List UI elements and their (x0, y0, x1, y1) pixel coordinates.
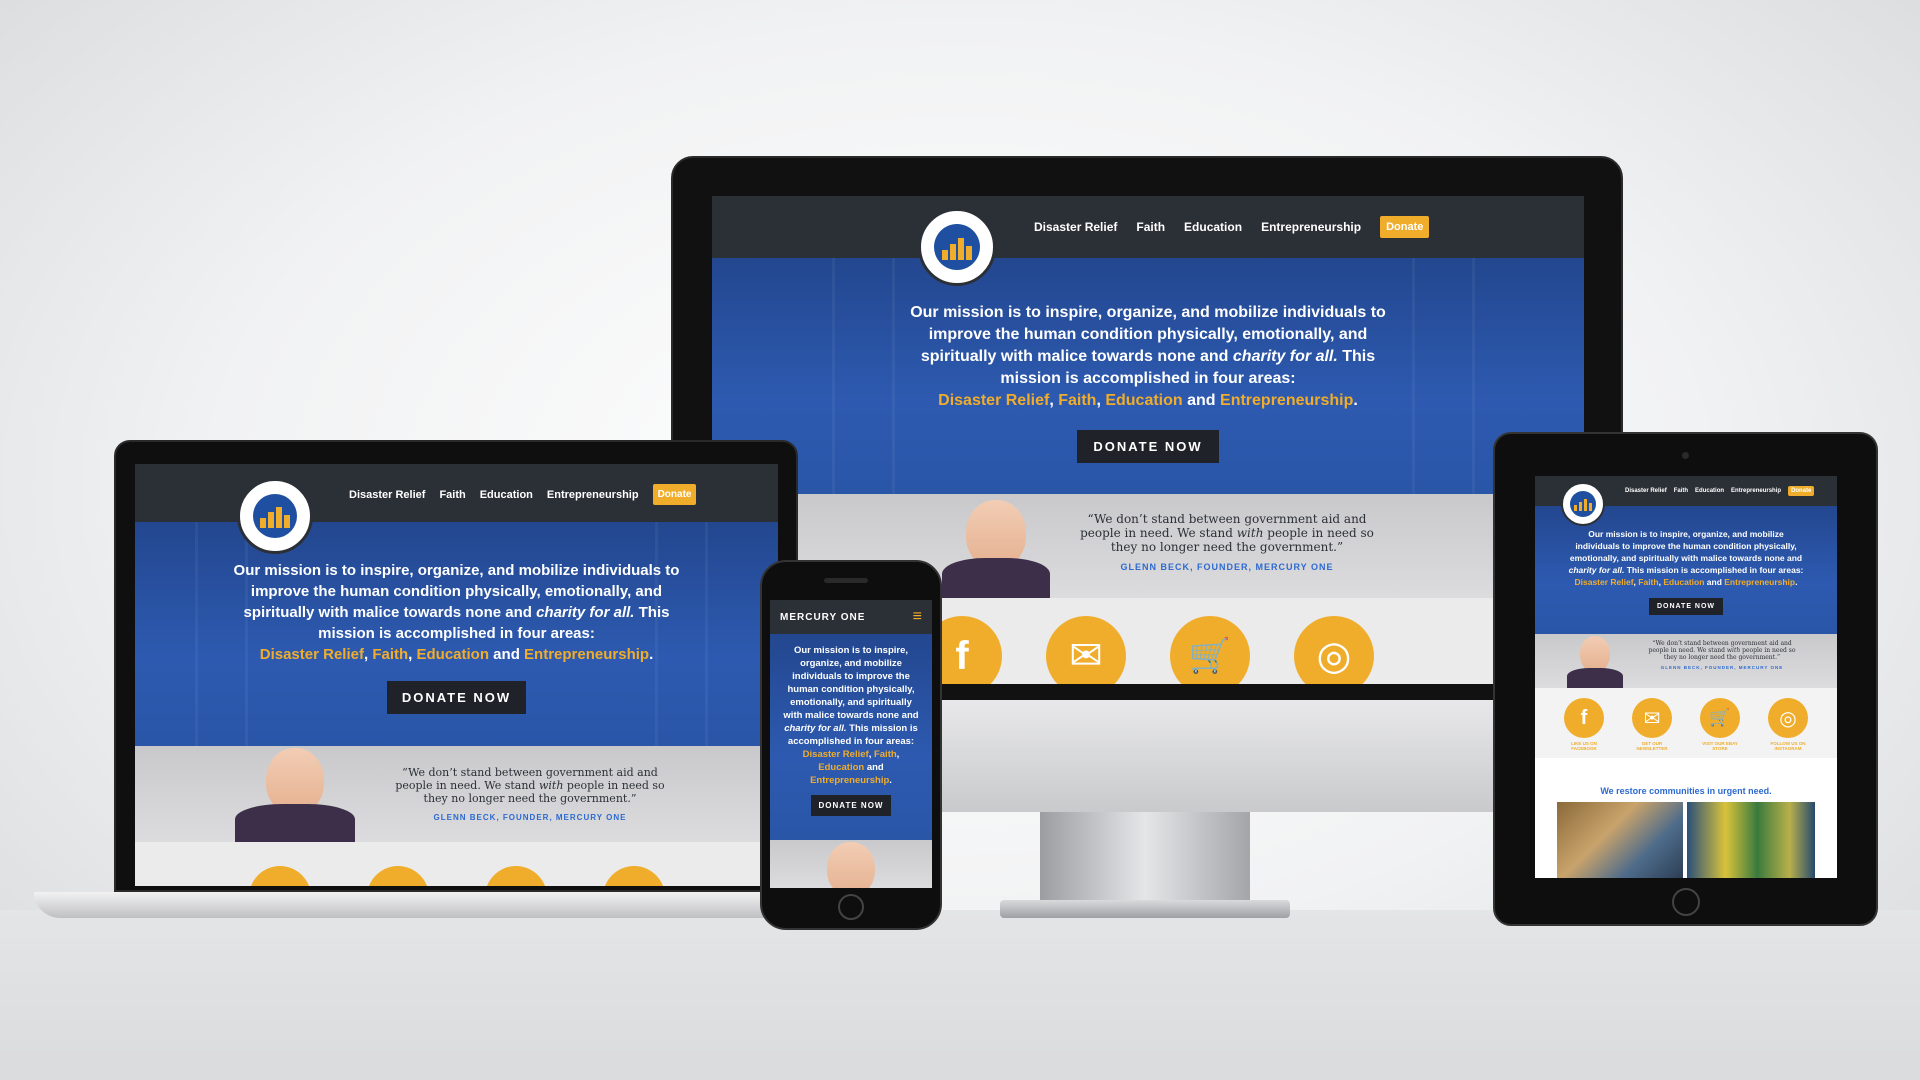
tablet-camera (1682, 452, 1689, 459)
monitor-base (1000, 900, 1290, 918)
facebook-label: LIKE US ON FACEBOOK (1571, 741, 1597, 751)
donate-now-button[interactable]: DONATE NOW (810, 795, 892, 816)
ebay-store-link[interactable]: 🛒 VISIT OUR EBAY STORE (1697, 698, 1743, 758)
hamburger-menu-icon[interactable]: ≡ (913, 608, 922, 626)
tablet-home-button[interactable] (1672, 888, 1700, 916)
hero-section: Our mission is to inspire, organize, and… (135, 522, 778, 746)
hero-section: Our mission is to inspire, organize, and… (712, 258, 1584, 494)
quote-attribution: GLENN BECK, FOUNDER, MERCURY ONE (1660, 665, 1784, 670)
email-icon[interactable] (366, 866, 429, 886)
phone-home-button[interactable] (838, 894, 864, 920)
donate-now-button[interactable]: DONATE NOW (1648, 598, 1724, 615)
nav-disaster-relief[interactable]: Disaster Relief (1625, 488, 1667, 494)
social-icons-row: f LIKE US ON FACEBOOK ✉ GET OUR NEWSLETT… (1535, 688, 1837, 758)
mission-statement: Our mission is to inspire, organize, and… (1568, 529, 1804, 587)
brand-logo[interactable] (1561, 482, 1605, 526)
navbar: MERCURY ONE ≡ (770, 600, 932, 634)
founder-photo (235, 746, 355, 842)
brand-logo[interactable] (918, 208, 996, 286)
donate-now-button[interactable]: DONATE NOW (386, 681, 527, 714)
email-icon: ✉ (1632, 698, 1672, 738)
social-icons-row (135, 842, 778, 886)
nav-disaster-relief[interactable]: Disaster Relief (349, 489, 425, 501)
nav-faith[interactable]: Faith (1136, 220, 1165, 234)
laptop-screen: Disaster Relief Faith Education Entrepre… (135, 464, 778, 886)
mission-statement: Our mission is to inspire, organize, and… (233, 562, 680, 663)
instagram-icon: ◎ (1768, 698, 1808, 738)
instagram-icon[interactable] (602, 866, 665, 886)
phone-camera (824, 578, 868, 583)
brand-wordmark[interactable]: MERCURY ONE (780, 612, 865, 623)
mission-statement: Our mission is to inspire, organize, and… (910, 304, 1386, 409)
floor-backdrop (0, 910, 1920, 1080)
nav-disaster-relief[interactable]: Disaster Relief (1034, 220, 1117, 234)
donate-now-button[interactable]: DONATE NOW (1077, 430, 1219, 463)
facebook-link[interactable]: f LIKE US ON FACEBOOK (1561, 698, 1607, 758)
quote-attribution: GLENN BECK, FOUNDER, MERCURY ONE (1120, 562, 1334, 572)
monitor-stand (1040, 812, 1250, 900)
instagram-link[interactable]: ◎ FOLLOW US ON INSTAGRAM (1765, 698, 1811, 758)
facebook-icon: f (1564, 698, 1604, 738)
quote-attribution: GLENN BECK, FOUNDER, MERCURY ONE (433, 813, 627, 822)
founder-quote: “We don’t stand between government aid a… (1648, 640, 1796, 670)
community-photo-right (1687, 802, 1815, 878)
instagram-icon[interactable]: ◎ (1294, 616, 1374, 684)
newsletter-label: GET OUR NEWSLETTER (1636, 741, 1668, 751)
newsletter-link[interactable]: ✉ GET OUR NEWSLETTER (1629, 698, 1675, 758)
navbar: Disaster Relief Faith Education Entrepre… (135, 464, 778, 522)
nav-entrepreneurship[interactable]: Entrepreneurship (1731, 488, 1781, 494)
founder-photo (821, 840, 881, 888)
nav-entrepreneurship[interactable]: Entrepreneurship (547, 489, 639, 501)
instagram-label: FOLLOW US ON INSTAGRAM (1770, 741, 1806, 751)
laptop-base (34, 892, 878, 918)
quote-section: “We don’t stand between government aid a… (135, 746, 778, 842)
mission-statement: Our mission is to inspire, organize, and… (783, 645, 919, 786)
nav-entrepreneurship[interactable]: Entrepreneurship (1261, 220, 1361, 234)
founder-quote: “We don’t stand between government aid a… (385, 766, 675, 824)
founder-quote: “We don’t stand between government aid a… (1072, 512, 1382, 574)
nav-faith[interactable]: Faith (439, 489, 465, 501)
facebook-icon[interactable] (248, 866, 311, 886)
nav-education[interactable]: Education (1184, 220, 1242, 234)
hero-section: Our mission is to inspire, organize, and… (770, 634, 932, 840)
cart-icon[interactable]: 🛒 (1170, 616, 1250, 684)
nav-education[interactable]: Education (480, 489, 533, 501)
nav-donate-button[interactable]: Donate (652, 484, 697, 505)
navbar: Disaster Relief Faith Education Entrepre… (712, 196, 1584, 258)
nav-donate-button[interactable]: Donate (1788, 486, 1815, 496)
quote-section: “We don’t stand between government aid a… (1535, 634, 1837, 688)
cart-icon: 🛒 (1700, 698, 1740, 738)
brand-logo[interactable] (237, 478, 313, 554)
nav-donate-button[interactable]: Donate (1380, 216, 1430, 238)
nav-education[interactable]: Education (1695, 488, 1724, 494)
phone-screen: MERCURY ONE ≡ Our mission is to inspire,… (770, 600, 932, 888)
founder-photo (1567, 634, 1623, 688)
community-photo-left (1557, 802, 1683, 878)
tablet-screen: Disaster Relief Faith Education Entrepre… (1535, 476, 1837, 878)
ebay-store-label: VISIT OUR EBAY STORE (1702, 741, 1738, 751)
email-icon[interactable]: ✉ (1046, 616, 1126, 684)
tagline: We restore communities in urgent need. (1600, 786, 1772, 796)
quote-section (770, 840, 932, 888)
founder-photo (942, 494, 1050, 598)
cart-icon[interactable] (484, 866, 547, 886)
nav-faith[interactable]: Faith (1674, 488, 1688, 494)
